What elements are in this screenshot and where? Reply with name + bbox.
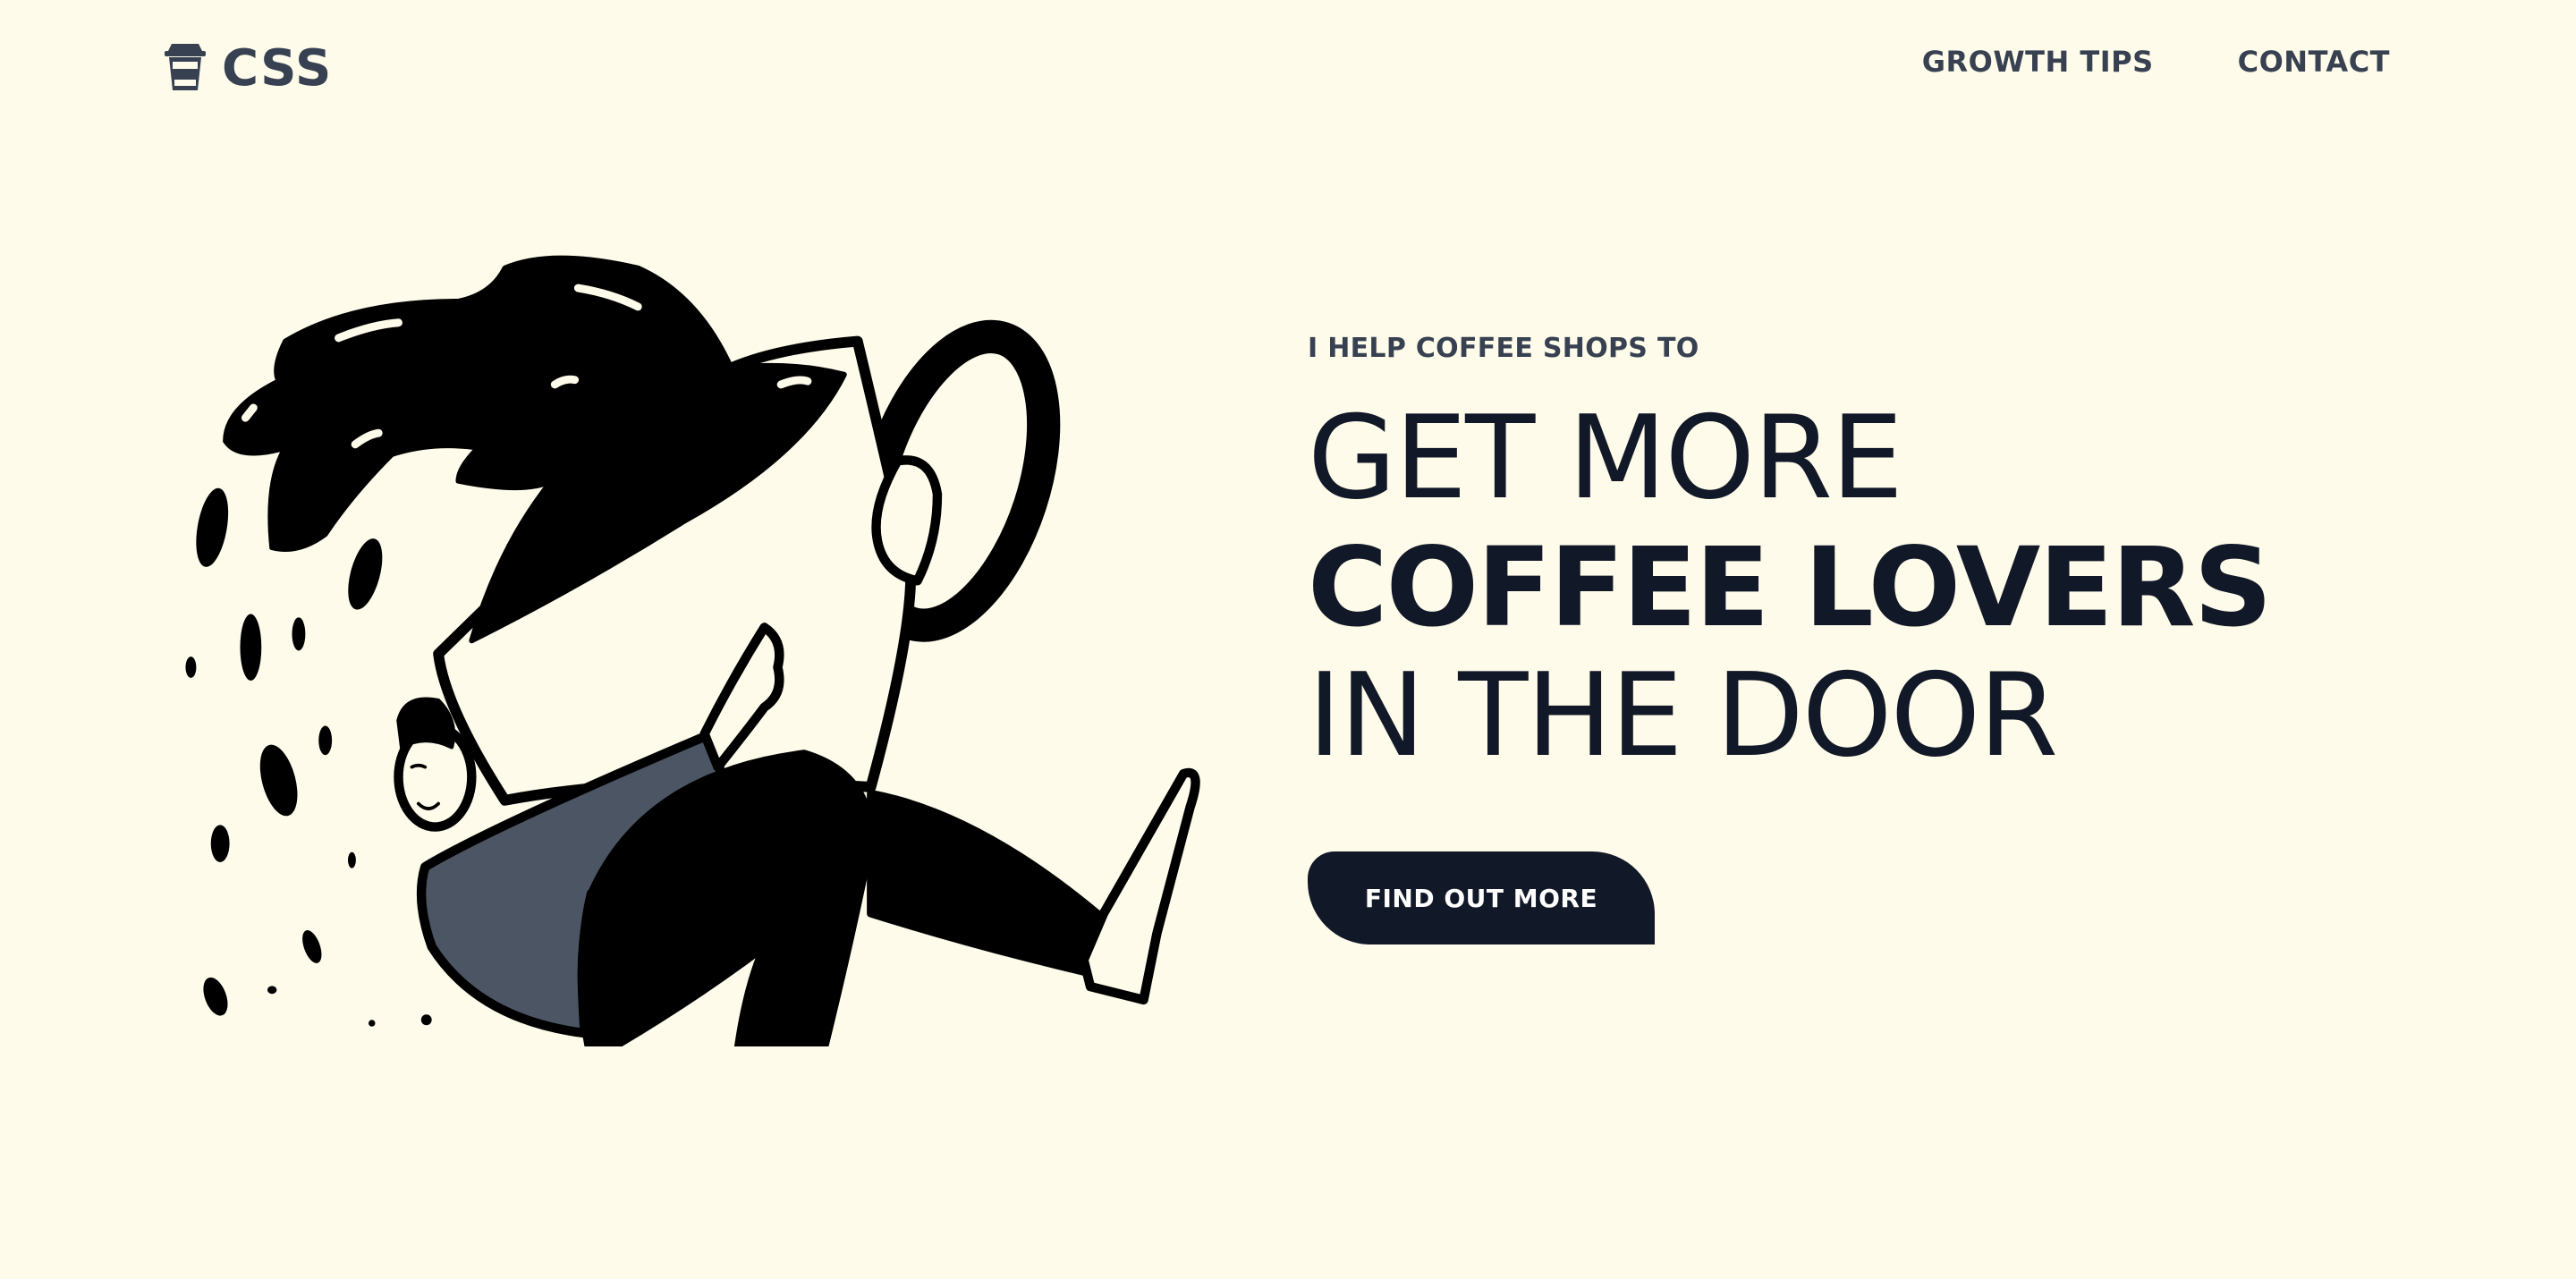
coffee-cup-icon [165, 42, 206, 96]
main-nav: GROWTH TIPS CONTACT [1922, 45, 2390, 79]
nav-growth-tips[interactable]: GROWTH TIPS [1922, 45, 2154, 79]
headline-line-3: IN THE DOOR [1308, 649, 2058, 783]
nav-contact[interactable]: CONTACT [2238, 45, 2390, 79]
coffee-cup-man-illustration [185, 255, 1200, 1046]
headline-line-2: COFFEE LOVERS [1308, 524, 2272, 651]
logo-text: CSS [222, 39, 333, 97]
logo-link[interactable]: CSS [165, 39, 332, 97]
find-out-more-button[interactable]: FIND OUT MORE [1308, 851, 1655, 944]
hero-section: I HELP COFFEE SHOPS TO GET MORE COFFEE L… [1308, 333, 2272, 783]
hero-kicker: I HELP COFFEE SHOPS TO [1308, 333, 1699, 364]
headline-line-1: GET MORE [1308, 392, 1903, 525]
hero-headline: GET MORE COFFEE LOVERS IN THE DOOR [1308, 392, 2272, 783]
